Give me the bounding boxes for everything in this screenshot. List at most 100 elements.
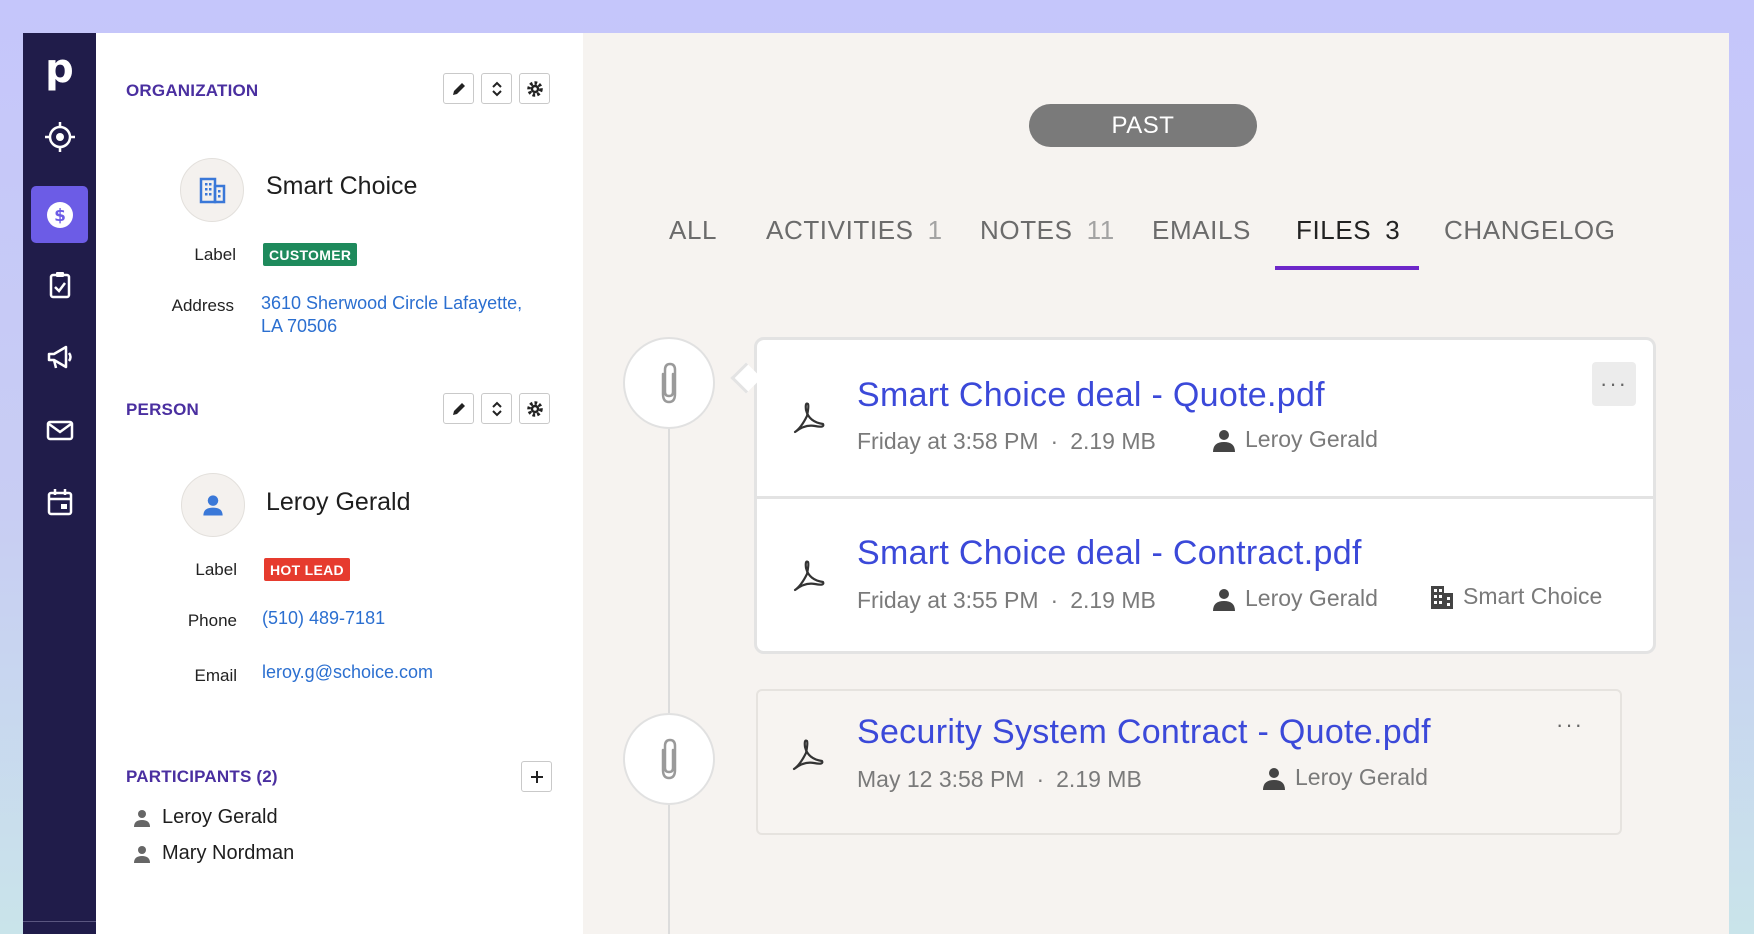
dollar-icon: $ <box>46 201 73 228</box>
file-size: 2.19 MB <box>1056 766 1142 792</box>
person-icon <box>1213 588 1235 611</box>
address-line1-link[interactable]: 3610 Sherwood Circle Lafayette, <box>261 292 522 315</box>
attachment-marker <box>623 713 715 805</box>
file-card: Security System Contract - Quote.pdf May… <box>756 689 1622 835</box>
person-settings-button[interactable] <box>519 393 550 424</box>
reorder-person-button[interactable] <box>481 393 512 424</box>
timeline-area: PAST ALL ACTIVITIES 1 NOTES 11 EMAILS FILE… <box>583 33 1729 934</box>
pdf-icon <box>792 739 824 771</box>
tab-label: FILES <box>1296 215 1372 245</box>
tab-label: ACTIVITIES <box>766 215 914 245</box>
pencil-icon <box>452 402 465 415</box>
tab-count: 3 <box>1385 215 1401 245</box>
file-size: 2.19 MB <box>1070 587 1156 613</box>
file-more-button[interactable]: ··· <box>1592 362 1636 406</box>
file-size: 2.19 MB <box>1070 428 1156 454</box>
tab-label: NOTES <box>980 215 1073 245</box>
tab-emails[interactable]: EMAILS <box>1152 215 1251 246</box>
nav-activities[interactable] <box>31 256 88 313</box>
file-owner-name: Leroy Gerald <box>1245 585 1378 611</box>
pdf-icon <box>793 560 825 592</box>
app-window: p $ ORGANIZATION Smart Choice Label CUST… <box>23 33 1729 934</box>
person-name[interactable]: Leroy Gerald <box>266 488 411 517</box>
person-tools <box>443 393 550 424</box>
edit-organization-button[interactable] <box>443 73 474 104</box>
file-owner[interactable]: Leroy Gerald <box>1261 764 1428 791</box>
file-name-link[interactable]: Smart Choice deal - Contract.pdf <box>857 534 1362 573</box>
file-time: Friday at 3:55 PM <box>857 587 1039 613</box>
pdf-icon <box>793 402 825 434</box>
tab-notes[interactable]: NOTES 11 <box>980 215 1115 246</box>
gear-icon <box>526 400 543 417</box>
file-organization[interactable]: Smart Choice <box>1429 583 1602 610</box>
past-pill: PAST <box>1029 104 1257 147</box>
person-title: PERSON <box>126 400 199 419</box>
pipedrive-logo[interactable]: p <box>23 47 96 91</box>
email-link[interactable]: leroy.g@schoice.com <box>262 661 433 684</box>
hot-lead-badge: HOT LEAD <box>264 558 350 581</box>
reorder-organization-button[interactable] <box>481 73 512 104</box>
address-line2-link[interactable]: LA 70506 <box>261 315 337 338</box>
mail-icon <box>46 420 73 440</box>
person-label-caption: Label <box>195 560 237 579</box>
nav-mail[interactable] <box>31 401 88 458</box>
file-item[interactable]: Smart Choice deal - Quote.pdf Friday at … <box>757 340 1653 496</box>
organization-settings-button[interactable] <box>519 73 550 104</box>
person-icon <box>134 845 150 863</box>
file-time: Friday at 3:58 PM <box>857 428 1039 454</box>
timeline-tabs: ALL ACTIVITIES 1 NOTES 11 EMAILS FILES 3 CH… <box>583 215 1729 255</box>
tab-label: ALL <box>669 215 718 245</box>
person-icon <box>1263 767 1285 790</box>
participant-item[interactable]: Mary Nordman <box>132 842 294 865</box>
attachment-marker <box>623 337 715 429</box>
organization-name[interactable]: Smart Choice <box>266 172 417 201</box>
file-more-button[interactable]: ··· <box>1548 703 1592 747</box>
file-item[interactable]: Smart Choice deal - Contract.pdf Friday … <box>757 499 1653 655</box>
paperclip-icon <box>661 362 677 404</box>
meta-separator: · <box>1036 766 1045 792</box>
tab-changelog[interactable]: CHANGELOG <box>1444 215 1616 246</box>
person-avatar <box>181 473 245 537</box>
details-panel: ORGANIZATION Smart Choice Label CUSTOMER… <box>96 33 583 934</box>
file-organization-name: Smart Choice <box>1463 583 1603 609</box>
participant-name: Leroy Gerald <box>162 806 278 828</box>
tab-all[interactable]: ALL <box>669 215 717 246</box>
add-participant-button[interactable] <box>521 761 552 792</box>
file-time: May 12 3:58 PM <box>857 766 1025 792</box>
file-meta: Friday at 3:58 PM · 2.19 MB <box>857 428 1156 455</box>
file-name-link[interactable]: Security System Contract - Quote.pdf <box>857 713 1431 752</box>
tab-activities[interactable]: ACTIVITIES 1 <box>766 215 943 246</box>
customer-badge: CUSTOMER <box>263 243 358 266</box>
building-icon <box>1431 585 1453 609</box>
tab-count: 1 <box>927 215 943 245</box>
megaphone-icon <box>47 345 72 368</box>
person-icon <box>134 809 150 827</box>
email-caption: Email <box>194 666 237 685</box>
organization-tools <box>443 73 550 104</box>
nav-campaigns[interactable] <box>31 328 88 385</box>
file-name-link[interactable]: Smart Choice deal - Quote.pdf <box>857 376 1325 415</box>
nav-deals[interactable]: $ <box>31 186 88 243</box>
svg-text:$: $ <box>54 206 66 226</box>
nav-target-icon[interactable] <box>31 108 88 165</box>
files-card-group: Smart Choice deal - Quote.pdf Friday at … <box>754 337 1656 654</box>
file-meta: May 12 3:58 PM · 2.19 MB <box>857 766 1142 793</box>
file-owner[interactable]: Leroy Gerald <box>1211 585 1378 612</box>
plus-icon <box>530 770 543 783</box>
nav-calendar[interactable] <box>31 473 88 530</box>
tab-label: CHANGELOG <box>1444 215 1616 245</box>
file-owner-name: Leroy Gerald <box>1295 764 1428 790</box>
participant-name: Mary Nordman <box>162 842 295 864</box>
address-caption: Address <box>171 296 234 315</box>
building-icon <box>199 177 226 204</box>
file-item[interactable]: Security System Contract - Quote.pdf May… <box>758 691 1620 837</box>
chevron-updown-icon <box>491 81 502 96</box>
participant-item[interactable]: Leroy Gerald <box>132 806 278 829</box>
organization-avatar <box>180 158 244 222</box>
tab-label: EMAILS <box>1152 215 1251 245</box>
edit-person-button[interactable] <box>443 393 474 424</box>
file-owner-name: Leroy Gerald <box>1245 426 1378 452</box>
file-owner[interactable]: Leroy Gerald <box>1211 426 1378 453</box>
phone-link[interactable]: (510) 489-7181 <box>262 607 385 630</box>
tab-files[interactable]: FILES 3 <box>1296 215 1400 246</box>
